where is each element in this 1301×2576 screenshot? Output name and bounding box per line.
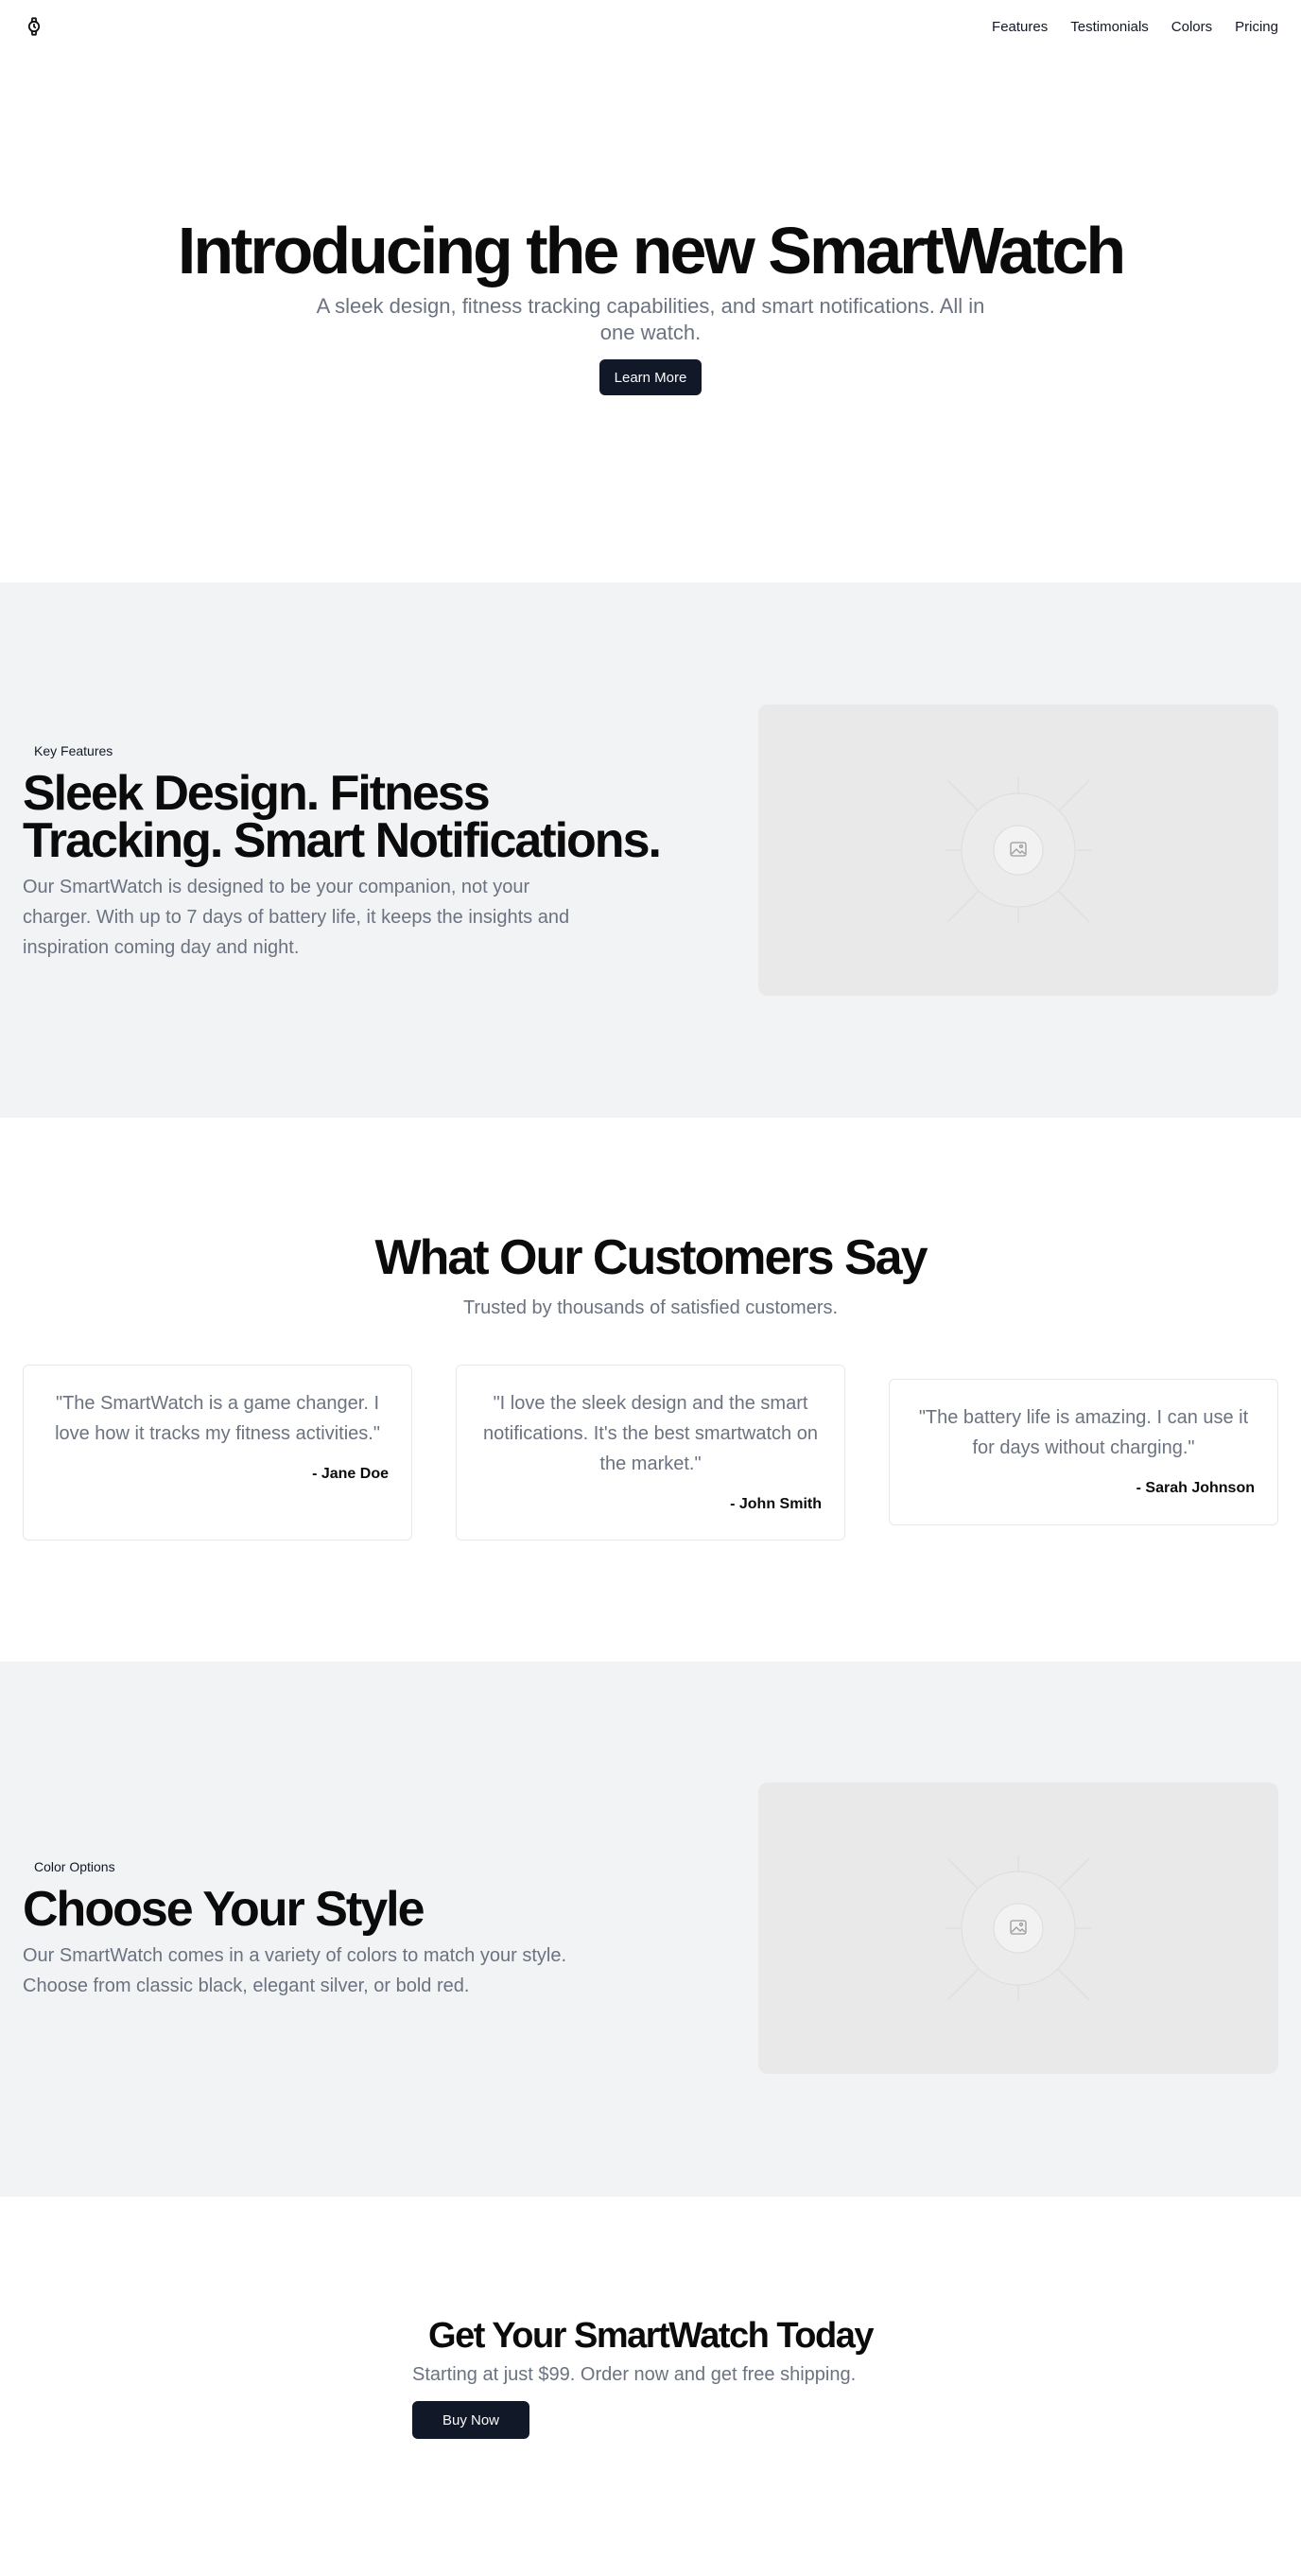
site-header: Features Testimonials Colors Pricing xyxy=(0,0,1301,53)
colors-title: Choose Your Style xyxy=(23,1882,425,1937)
features-copy: Key Features Sleek Design. Fitness Track… xyxy=(23,740,685,963)
features-image xyxy=(758,705,1278,996)
colors-pill: Color Options xyxy=(23,1855,127,1878)
nav-link-features[interactable]: Features xyxy=(992,19,1048,35)
hero-section: Introducing the new SmartWatch A sleek d… xyxy=(0,53,1301,583)
watch-icon[interactable] xyxy=(23,15,45,38)
testimonial-author: - John Smith xyxy=(730,1496,822,1512)
colors-copy: Color Options Choose Your Style Our Smar… xyxy=(23,1855,609,2001)
cta-section: Get Your SmartWatch Today Starting at ju… xyxy=(0,2197,1301,2576)
features-title: Sleek Design. Fitness Tracking. Smart No… xyxy=(23,766,662,868)
image-placeholder-icon xyxy=(945,777,1091,923)
testimonials-section: What Our Customers Say Trusted by thousa… xyxy=(0,1118,1301,1662)
testimonial-author: - Sarah Johnson xyxy=(1136,1480,1255,1496)
cta-title: Get Your SmartWatch Today xyxy=(428,2316,874,2356)
testimonials-title: What Our Customers Say xyxy=(374,1230,928,1285)
image-placeholder-icon xyxy=(945,1855,1091,2001)
testimonials-subtitle: Trusted by thousands of satisfied custom… xyxy=(462,1297,839,1318)
main-nav: Features Testimonials Colors Pricing xyxy=(992,19,1278,35)
features-section: Key Features Sleek Design. Fitness Track… xyxy=(0,583,1301,1118)
colors-image xyxy=(758,1783,1278,2074)
cta-subtitle: Starting at just $99. Order now and get … xyxy=(412,2364,857,2385)
features-pill: Key Features xyxy=(23,740,125,762)
features-body: Our SmartWatch is designed to be your co… xyxy=(23,877,570,958)
buy-now-button[interactable]: Buy Now xyxy=(412,2401,529,2439)
hero-subtitle: A sleek design, fitness tracking capabil… xyxy=(316,294,985,344)
testimonial-author: - Jane Doe xyxy=(312,1466,389,1482)
testimonial-card: "I love the sleek design and the smart n… xyxy=(456,1365,845,1540)
colors-section: Color Options Choose Your Style Our Smar… xyxy=(0,1662,1301,2197)
testimonial-card: "The SmartWatch is a game changer. I lov… xyxy=(23,1365,412,1540)
hero-title: Introducing the new SmartWatch xyxy=(177,214,1126,287)
nav-link-colors[interactable]: Colors xyxy=(1171,19,1212,35)
testimonial-card: "The battery life is amazing. I can use … xyxy=(889,1379,1278,1525)
testimonial-quote: "The SmartWatch is a game changer. I lov… xyxy=(55,1393,380,1444)
learn-more-button[interactable]: Learn More xyxy=(599,359,702,395)
testimonial-quote: "The battery life is amazing. I can use … xyxy=(918,1407,1249,1458)
nav-link-testimonials[interactable]: Testimonials xyxy=(1070,19,1149,35)
colors-body: Our SmartWatch comes in a variety of col… xyxy=(23,1945,566,1996)
cta-content: Get Your SmartWatch Today Starting at ju… xyxy=(412,2315,889,2439)
testimonial-quote: "I love the sleek design and the smart n… xyxy=(483,1393,818,1474)
nav-link-pricing[interactable]: Pricing xyxy=(1235,19,1278,35)
